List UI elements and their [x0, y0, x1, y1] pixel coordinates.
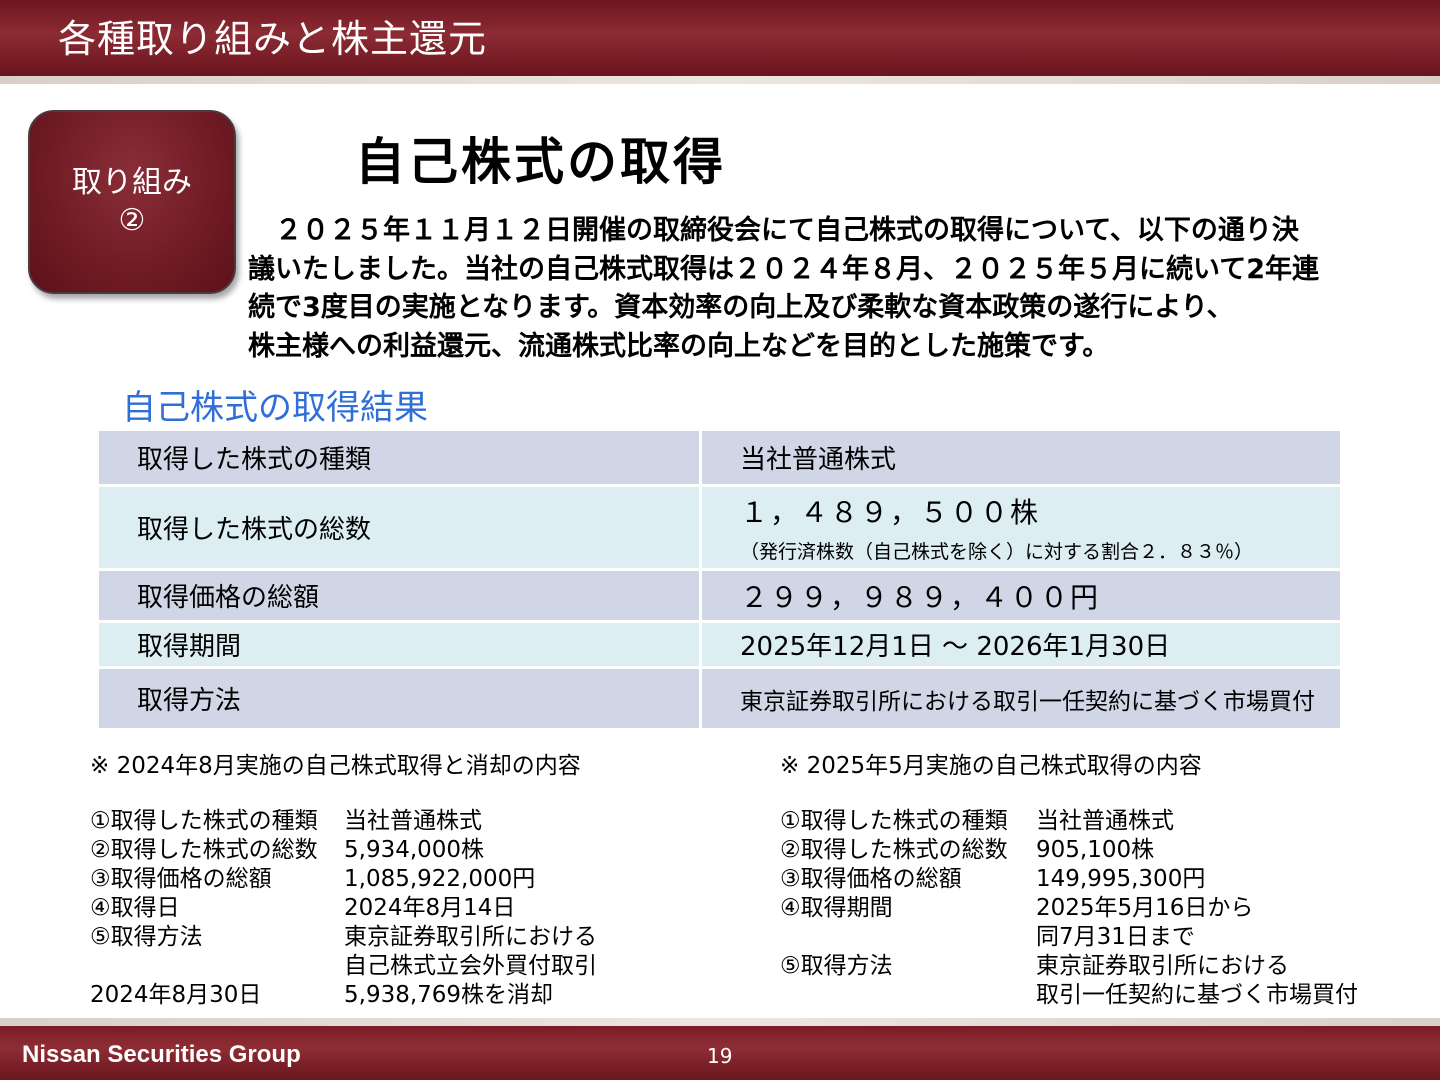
- note-value: 当社普通株式: [344, 808, 482, 834]
- intro-line: 株主様への利益還元、流通株式比率の向上などを目的とした施策です。: [248, 330, 1110, 362]
- note-item: ③取得価格の総額 1,085,922,000円: [90, 865, 597, 894]
- note-key: 2024年8月30日: [90, 982, 262, 1008]
- table-row: 取得期間 2025年12月1日 ～ 2026年1月30日: [96, 620, 1343, 669]
- note-value: 東京証券取引所における: [344, 924, 597, 950]
- note-key: ⑤取得方法: [780, 953, 893, 979]
- note-key: ④取得日: [90, 895, 180, 921]
- row-label: 取得した株式の総数: [96, 484, 702, 571]
- note-key: ④取得期間: [780, 895, 893, 921]
- note-value: 取引一任契約に基づく市場買付: [1036, 982, 1358, 1008]
- section-badge: 取り組み ②: [28, 110, 236, 294]
- note-item: ⑤取得方法 東京証券取引所における: [780, 952, 1358, 981]
- intro-line: 続で3度目の実施となります。資本効率の向上及び柔軟な資本政策の遂行により、: [248, 292, 1234, 323]
- row-value-cell: 東京証券取引所における取引一任契約に基づく市場買付: [699, 666, 1343, 731]
- note-key: ⑤取得方法: [90, 924, 203, 950]
- note-item: ④取得日 2024年8月14日: [90, 894, 597, 923]
- note-item: 自己株式立会外買付取引: [90, 952, 597, 981]
- page-number: 19: [707, 1044, 733, 1068]
- badge-number: ②: [118, 203, 146, 238]
- note-item: ⑤取得方法 東京証券取引所における: [90, 923, 597, 952]
- slide-title: 各種取り組みと株主還元: [58, 17, 488, 61]
- note-value: 2025年5月16日から: [1036, 895, 1254, 921]
- row-value-cell: １，４８９，５００株 （発行済株数（自己株式を除く）に対する割合２．８３％）: [699, 484, 1343, 571]
- note-value: 5,934,000株: [344, 837, 485, 863]
- note-value: 5,938,769株を消却: [344, 982, 554, 1008]
- row-value-note: （発行済株数（自己株式を除く）に対する割合２．８３％）: [740, 541, 1254, 563]
- row-value: 東京証券取引所における取引一任契約に基づく市場買付: [740, 688, 1315, 715]
- badge-label: 取り組み: [72, 165, 192, 200]
- table-row: 取得方法 東京証券取引所における取引一任契約に基づく市場買付: [96, 666, 1343, 731]
- row-label: 取得方法: [96, 666, 702, 731]
- note-2025: ※ 2025年5月実施の自己株式取得の内容 ①取得した株式の種類 当社普通株式 ②…: [780, 752, 1358, 1010]
- note-item: ③取得価格の総額 149,995,300円: [780, 865, 1358, 894]
- row-value: 当社普通株式: [699, 428, 1343, 487]
- note-value: 905,100株: [1036, 837, 1155, 863]
- note-item: 同7月31日まで: [780, 923, 1358, 952]
- note-key: ①取得した株式の種類: [780, 808, 1008, 834]
- note-item: ④取得期間 2025年5月16日から: [780, 894, 1358, 923]
- note-value: 東京証券取引所における: [1036, 953, 1289, 979]
- note-value: 当社普通株式: [1036, 808, 1174, 834]
- note-value: 自己株式立会外買付取引: [344, 953, 597, 979]
- row-value-cell: ２９９，９８９，４００円: [699, 568, 1343, 623]
- note-item: 取引一任契約に基づく市場買付: [780, 981, 1358, 1010]
- note-key: ①取得した株式の種類: [90, 808, 318, 834]
- intro-line: 議いたしました。当社の自己株式取得は２０２４年８月、２０２５年５月に続いて2年連: [248, 253, 1319, 285]
- row-value: 2025年12月1日 ～ 2026年1月30日: [699, 620, 1343, 669]
- row-label: 取得価格の総額: [96, 568, 702, 623]
- note-key: ②取得した株式の総数: [780, 837, 1008, 863]
- note-key: [90, 952, 344, 981]
- page-title: 自己株式の取得: [355, 133, 726, 191]
- note-key: ③取得価格の総額: [780, 866, 962, 892]
- table-row: 取得した株式の種類 当社普通株式: [96, 428, 1343, 487]
- footer-divider: [0, 1018, 1440, 1026]
- company-name: Nissan Securities Group: [22, 1041, 301, 1068]
- note-key: ②取得した株式の総数: [90, 837, 318, 863]
- note-title: ※ 2024年8月実施の自己株式取得と消却の内容: [90, 753, 581, 779]
- note-item: ①取得した株式の種類 当社普通株式: [780, 807, 1358, 836]
- row-label: 取得した株式の種類: [96, 428, 702, 487]
- note-value: 149,995,300円: [1036, 866, 1206, 892]
- intro-line: ２０２５年１１月１２日開催の取締役会にて自己株式の取得について、以下の通り決: [248, 215, 1299, 246]
- note-value: 2024年8月14日: [344, 895, 516, 921]
- results-table: 取得した株式の種類 当社普通株式 取得した株式の総数 １，４８９，５００株 （発…: [96, 428, 1343, 731]
- table-row: 取得した株式の総数 １，４８９，５００株 （発行済株数（自己株式を除く）に対する…: [96, 484, 1343, 571]
- note-item: ②取得した株式の総数 5,934,000株: [90, 836, 597, 865]
- note-title: ※ 2025年5月実施の自己株式取得の内容: [780, 753, 1202, 779]
- note-2024: ※ 2024年8月実施の自己株式取得と消却の内容 ①取得した株式の種類 当社普通株…: [90, 752, 597, 1010]
- table-row: 取得価格の総額 ２９９，９８９，４００円: [96, 568, 1343, 623]
- results-heading: 自己株式の取得結果: [122, 388, 428, 428]
- note-item: ②取得した株式の総数 905,100株: [780, 836, 1358, 865]
- note-key: [780, 981, 1036, 1010]
- note-key: [780, 923, 1036, 952]
- intro-paragraph: ２０２５年１１月１２日開催の取締役会にて自己株式の取得について、以下の通り決 議…: [248, 212, 1398, 366]
- row-value: １，４８９，５００株: [740, 496, 1041, 529]
- header-divider: [0, 76, 1440, 84]
- note-item: 2024年8月30日 5,938,769株を消却: [90, 981, 597, 1010]
- note-value: 1,085,922,000円: [344, 866, 536, 892]
- note-value: 同7月31日まで: [1036, 924, 1195, 950]
- note-key: ③取得価格の総額: [90, 866, 272, 892]
- row-label: 取得期間: [96, 620, 702, 669]
- note-item: ①取得した株式の種類 当社普通株式: [90, 807, 597, 836]
- row-value: ２９９，９８９，４００円: [740, 580, 1101, 614]
